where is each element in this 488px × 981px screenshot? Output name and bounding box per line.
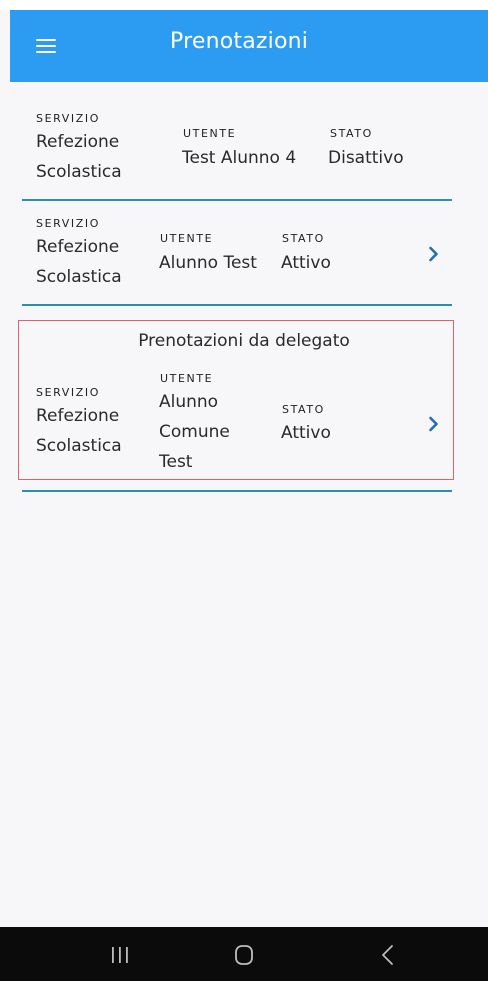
service-value-line2: Scolastica — [36, 436, 122, 456]
back-icon[interactable] — [364, 927, 414, 981]
hamburger-menu-icon[interactable] — [36, 38, 56, 54]
booking-row-2[interactable]: SERVIZIO Refezione Scolastica UTENTE Alu… — [0, 205, 488, 305]
chevron-right-icon[interactable] — [428, 416, 444, 434]
user-label: UTENTE — [183, 127, 237, 140]
user-value-line3: Test — [159, 452, 193, 472]
service-value-line1: Refezione — [36, 406, 120, 426]
booking-row-1[interactable]: SERVIZIO Refezione Scolastica UTENTE Tes… — [0, 100, 488, 200]
user-value: Alunno Test — [159, 253, 257, 273]
service-value-line1: Refezione — [36, 132, 120, 152]
user-value-line2: Comune — [159, 422, 230, 442]
service-label: SERVIZIO — [36, 112, 100, 125]
status-value: Disattivo — [328, 148, 404, 168]
recent-apps-icon[interactable] — [96, 927, 146, 981]
service-label: SERVIZIO — [36, 386, 100, 399]
user-label: UTENTE — [160, 232, 214, 245]
row-divider — [22, 304, 452, 306]
service-value-line2: Scolastica — [36, 162, 122, 182]
delegate-section-title: Prenotazioni da delegato — [138, 331, 350, 351]
delegate-booking-row[interactable]: SERVIZIO Refezione Scolastica UTENTE Alu… — [0, 360, 488, 478]
user-value-line1: Alunno — [159, 392, 219, 412]
service-value-line2: Scolastica — [36, 267, 122, 287]
status-value: Attivo — [281, 423, 331, 443]
chevron-right-icon[interactable] — [428, 246, 444, 264]
system-navigation-bar — [0, 927, 488, 981]
app-bar: Prenotazioni — [10, 10, 488, 82]
row-divider — [22, 490, 452, 492]
home-icon[interactable] — [220, 927, 270, 981]
status-label: STATO — [282, 232, 325, 245]
status-value: Attivo — [281, 253, 331, 273]
user-value: Test Alunno 4 — [182, 148, 297, 168]
status-label: STATO — [282, 403, 325, 416]
service-label: SERVIZIO — [36, 217, 100, 230]
user-label: UTENTE — [160, 372, 214, 385]
page-title: Prenotazioni — [170, 29, 309, 54]
row-divider — [22, 199, 452, 201]
status-area — [0, 0, 488, 10]
status-label: STATO — [330, 127, 373, 140]
service-value-line1: Refezione — [36, 237, 120, 257]
